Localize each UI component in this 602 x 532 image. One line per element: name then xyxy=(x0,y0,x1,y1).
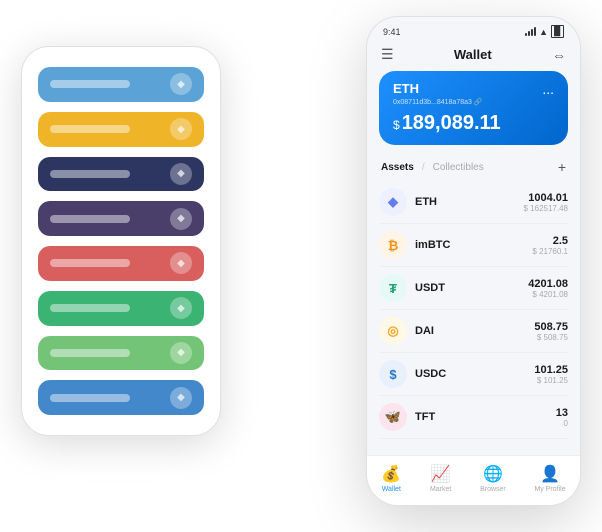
nav-label-my-profile: My Profile xyxy=(534,486,565,493)
asset-row-eth[interactable]: ◆ ETH 1004.01 $ 162517.48 xyxy=(379,181,568,224)
asset-row-dai[interactable]: ◎ DAI 508.75 $ 508.75 xyxy=(379,310,568,353)
asset-icon-usdt: ₮ xyxy=(379,274,407,302)
asset-amounts-tft: 13 0 xyxy=(556,407,568,428)
eth-card-balance: $189,089.11 xyxy=(393,112,554,135)
asset-name-dai: DAI xyxy=(415,325,534,337)
eth-card-name: ETH xyxy=(393,81,483,96)
asset-icon-usdc: $ xyxy=(379,360,407,388)
asset-primary-eth: 1004.01 xyxy=(524,192,569,204)
signal-icon xyxy=(525,27,536,36)
eth-currency-symbol: $ xyxy=(393,118,400,132)
asset-secondary-usdt: $ 4201.08 xyxy=(528,290,568,299)
asset-row-usdc[interactable]: $ USDC 101.25 $ 101.25 xyxy=(379,353,568,396)
tab-collectibles[interactable]: Collectibles xyxy=(433,162,484,173)
asset-primary-dai: 508.75 xyxy=(534,321,568,333)
left-card-0: ◆ xyxy=(38,67,204,102)
bottom-nav: 💰 Wallet 📈 Market 🌐 Browser 👤 My Profile xyxy=(367,455,580,505)
nav-item-browser[interactable]: 🌐 Browser xyxy=(480,464,506,493)
expand-icon[interactable]: ⇔ xyxy=(552,47,566,63)
left-card-4: ◆ xyxy=(38,246,204,281)
asset-icon-tft: 🦋 xyxy=(379,403,407,431)
nav-icon-wallet: 💰 xyxy=(381,464,401,484)
nav-label-wallet: Wallet xyxy=(382,486,401,493)
left-card-3: ◆ xyxy=(38,201,204,236)
asset-name-usdt: USDT xyxy=(415,282,528,294)
right-phone: 9:41 ▲ ▉ ☰ Wallet ⇔ ETH xyxy=(366,16,581,506)
asset-primary-usdc: 101.25 xyxy=(534,364,568,376)
wifi-icon: ▲ xyxy=(539,27,548,37)
battery-icon: ▉ xyxy=(551,25,564,38)
nav-label-browser: Browser xyxy=(480,486,506,493)
header-title: Wallet xyxy=(454,47,492,62)
menu-icon[interactable]: ☰ xyxy=(381,46,394,63)
add-asset-button[interactable]: + xyxy=(558,159,566,175)
nav-item-my-profile[interactable]: 👤 My Profile xyxy=(534,464,565,493)
asset-list: ◆ ETH 1004.01 $ 162517.48 ₿ imBTC 2.5 $ … xyxy=(367,181,580,439)
eth-card-menu[interactable]: ... xyxy=(542,81,554,97)
tab-assets[interactable]: Assets xyxy=(381,162,414,173)
left-card-1: ◆ xyxy=(38,112,204,147)
asset-row-usdt[interactable]: ₮ USDT 4201.08 $ 4201.08 xyxy=(379,267,568,310)
nav-icon-my-profile: 👤 xyxy=(540,464,560,484)
eth-card[interactable]: ETH 0x08711d3b...8418a78a3 🔗 ... $189,08… xyxy=(379,71,568,145)
nav-item-market[interactable]: 📈 Market xyxy=(430,464,451,493)
asset-row-tft[interactable]: 🦋 TFT 13 0 xyxy=(379,396,568,439)
asset-primary-usdt: 4201.08 xyxy=(528,278,568,290)
asset-secondary-imbtc: $ 21760.1 xyxy=(532,247,568,256)
status-time: 9:41 xyxy=(383,27,401,37)
nav-icon-market: 📈 xyxy=(431,464,451,484)
asset-secondary-usdc: $ 101.25 xyxy=(534,376,568,385)
asset-amounts-eth: 1004.01 $ 162517.48 xyxy=(524,192,569,213)
asset-amounts-usdc: 101.25 $ 101.25 xyxy=(534,364,568,385)
phone-header: ☰ Wallet ⇔ xyxy=(367,42,580,71)
asset-primary-tft: 13 xyxy=(556,407,568,419)
scene: ◆ ◆ ◆ ◆ ◆ ◆ ◆ ◆ 9:41 ▲ ▉ ☰ Wallet ⇔ xyxy=(21,16,581,516)
left-card-6: ◆ xyxy=(38,336,204,371)
nav-icon-browser: 🌐 xyxy=(483,464,503,484)
left-phone: ◆ ◆ ◆ ◆ ◆ ◆ ◆ ◆ xyxy=(21,46,221,436)
left-card-2: ◆ xyxy=(38,157,204,192)
nav-label-market: Market xyxy=(430,486,451,493)
asset-secondary-eth: $ 162517.48 xyxy=(524,204,569,213)
nav-item-wallet[interactable]: 💰 Wallet xyxy=(381,464,401,493)
assets-tabs: Assets / Collectibles xyxy=(381,162,484,173)
left-card-7: ◆ xyxy=(38,380,204,415)
asset-secondary-tft: 0 xyxy=(556,419,568,428)
asset-name-tft: TFT xyxy=(415,411,556,423)
asset-icon-eth: ◆ xyxy=(379,188,407,216)
eth-card-address: 0x08711d3b...8418a78a3 🔗 xyxy=(393,98,483,106)
asset-row-imbtc[interactable]: ₿ imBTC 2.5 $ 21760.1 xyxy=(379,224,568,267)
asset-secondary-dai: $ 508.75 xyxy=(534,333,568,342)
asset-icon-dai: ◎ xyxy=(379,317,407,345)
asset-amounts-usdt: 4201.08 $ 4201.08 xyxy=(528,278,568,299)
asset-name-eth: ETH xyxy=(415,196,524,208)
assets-header: Assets / Collectibles + xyxy=(367,155,580,181)
asset-name-imbtc: imBTC xyxy=(415,239,532,251)
asset-amounts-dai: 508.75 $ 508.75 xyxy=(534,321,568,342)
left-card-5: ◆ xyxy=(38,291,204,326)
asset-icon-imbtc: ₿ xyxy=(379,231,407,259)
asset-amounts-imbtc: 2.5 $ 21760.1 xyxy=(532,235,568,256)
tab-divider: / xyxy=(422,162,425,173)
status-icons: ▲ ▉ xyxy=(525,25,564,38)
asset-name-usdc: USDC xyxy=(415,368,534,380)
asset-primary-imbtc: 2.5 xyxy=(532,235,568,247)
status-bar: 9:41 ▲ ▉ xyxy=(367,17,580,42)
